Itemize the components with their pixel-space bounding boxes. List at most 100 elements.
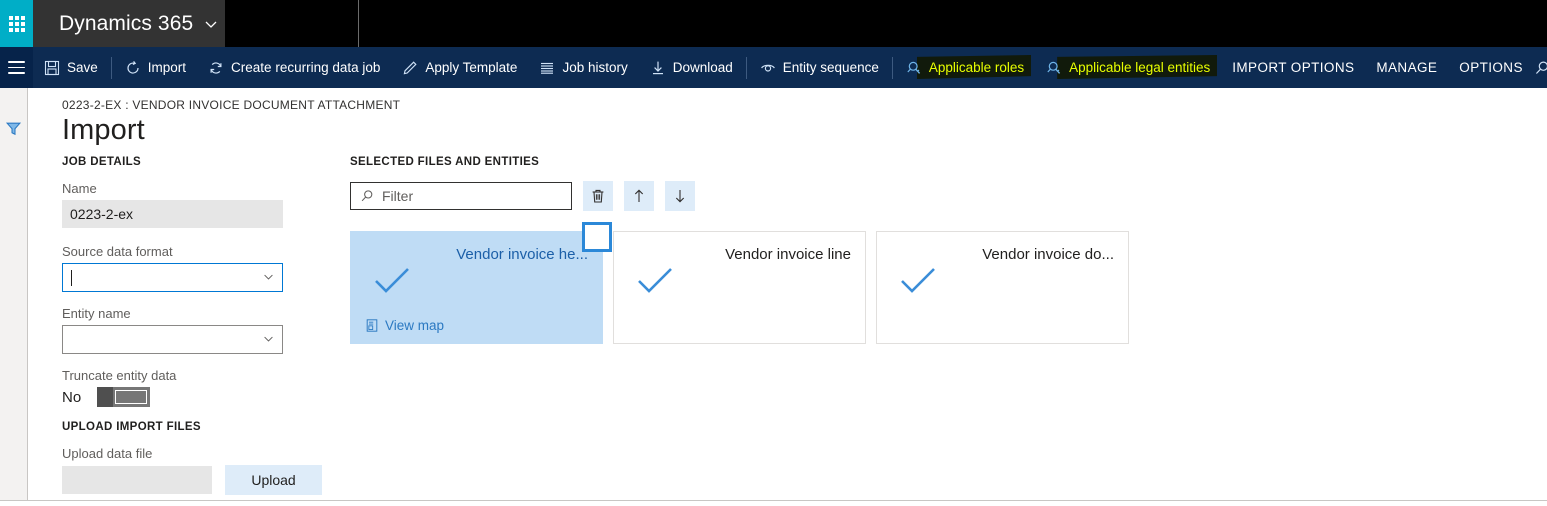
source-data-format-combobox[interactable] [62,263,283,292]
download-button[interactable]: Download [639,47,744,88]
checkmark-icon [375,268,409,293]
eye-icon [760,64,775,72]
toggle-knob [97,387,114,407]
move-down-button[interactable] [665,181,695,211]
page-title: Import [62,114,145,146]
apply-template-label: Apply Template [425,59,518,75]
entity-card[interactable]: Vendor invoice do... [876,231,1129,344]
text-cursor [71,269,72,286]
toggle-track [115,390,148,404]
magnifier-key-icon [1047,61,1061,74]
save-label: Save [67,59,98,75]
entity-card-status [636,266,674,301]
job-details-panel: JOB DETAILS Name 0223-2-ex Source data f… [62,156,322,495]
entity-name-label: Entity name [62,306,131,321]
entity-card[interactable]: Vendor invoice line [613,231,866,344]
brand-menu-button[interactable]: Dynamics 365 [33,0,225,47]
checkmark-icon [901,268,935,293]
entity-card-title: Vendor invoice do... [982,246,1114,263]
search-icon [1535,61,1547,74]
upload-import-files-heading: UPLOAD IMPORT FILES [62,421,201,433]
truncate-entity-data-toggle[interactable] [97,387,151,407]
selected-files-panel: SELECTED FILES AND ENTITIES Filter Vendo… [350,156,1500,344]
applicable-legal-entities-button[interactable]: Applicable legal entities [1035,47,1221,88]
import-label: Import [147,59,187,75]
map-document-icon [366,319,378,332]
import-options-menu[interactable]: IMPORT OPTIONS [1221,47,1365,88]
upload-button-label: Upload [251,472,296,488]
download-label: Download [672,59,733,75]
upload-row: Upload [62,465,322,495]
options-menu[interactable]: OPTIONS [1448,47,1534,88]
entity-card-list: Vendor invoice he... View map Vendor inv… [350,222,1500,344]
entity-sequence-button[interactable]: Entity sequence [749,47,890,88]
sync-icon [210,61,222,74]
chevron-down-glyph [264,274,273,280]
chevron-down-glyph [264,336,273,342]
manage-menu[interactable]: MANAGE [1365,47,1448,88]
entity-card-status [899,266,937,301]
filter-funnel-icon [5,122,22,136]
create-recurring-data-job-label: Create recurring data job [231,59,381,75]
truncate-entity-data-label: Truncate entity data [62,368,177,383]
app-launcher-button[interactable] [0,0,33,47]
entity-card-title: Vendor invoice line [725,246,851,263]
chevron-down-icon [262,270,275,285]
job-history-label: Job history [562,59,628,75]
truncate-entity-data-row: No [62,387,322,407]
entity-card-checkbox[interactable] [582,222,612,252]
view-map-label: View map [385,318,445,333]
filter-placeholder: Filter [382,188,414,204]
filter-input[interactable]: Filter [350,182,572,210]
command-bar: Save Import Create recurring data job Ap… [0,47,1547,88]
entity-name-combobox[interactable] [62,325,283,354]
name-input[interactable]: 0223-2-ex [62,200,283,228]
create-recurring-data-job-button[interactable]: Create recurring data job [197,47,391,88]
entity-sequence-label: Entity sequence [782,59,879,75]
magnifier-key-icon [907,61,920,74]
topbar-spacer-right [359,0,1547,47]
applicable-legal-entities-label: Applicable legal entities [1069,59,1211,75]
dynamics365-import-page: Dynamics 365 Save Import Create recurrin… [0,0,1547,506]
topbar-spacer-left [225,0,358,47]
delete-button[interactable] [583,181,613,211]
command-search-button[interactable] [1534,60,1547,76]
import-button[interactable]: Import [114,47,197,88]
top-navigation-bar: Dynamics 365 [0,0,1547,47]
filter-toolbar: Filter [350,181,1500,211]
arrow-down-icon [675,190,685,203]
command-separator [891,56,893,79]
job-details-heading: JOB DETAILS [62,156,142,168]
manage-label: MANAGE [1376,59,1438,75]
save-icon [44,60,60,75]
waffle-icon [8,15,25,32]
job-history-button[interactable]: Job history [528,47,638,88]
move-up-button[interactable] [624,181,654,211]
truncate-entity-data-value: No [62,388,82,406]
filter-pane-button[interactable] [5,120,22,142]
arrow-up-icon [634,189,644,202]
navigation-menu-button[interactable] [0,47,33,88]
command-separator [745,56,747,79]
applicable-roles-button[interactable]: Applicable roles [895,47,1035,88]
view-map-link[interactable]: View map [365,318,444,333]
upload-file-input[interactable] [62,466,213,494]
save-button[interactable]: Save [33,47,109,88]
hamburger-icon [8,61,25,74]
brand-title: Dynamics 365 [59,11,194,35]
chevron-down-icon [203,16,219,32]
chevron-down-glyph [205,21,217,28]
apply-template-button[interactable]: Apply Template [391,47,528,88]
entity-card[interactable]: Vendor invoice he... View map [350,222,612,344]
name-label: Name [62,181,97,196]
upload-button[interactable]: Upload [225,465,322,495]
search-icon [361,190,373,202]
chevron-down-icon [262,332,275,347]
command-separator [110,56,112,79]
upload-data-file-label: Upload data file [62,446,153,461]
list-icon [541,62,554,74]
options-label: OPTIONS [1459,59,1523,75]
